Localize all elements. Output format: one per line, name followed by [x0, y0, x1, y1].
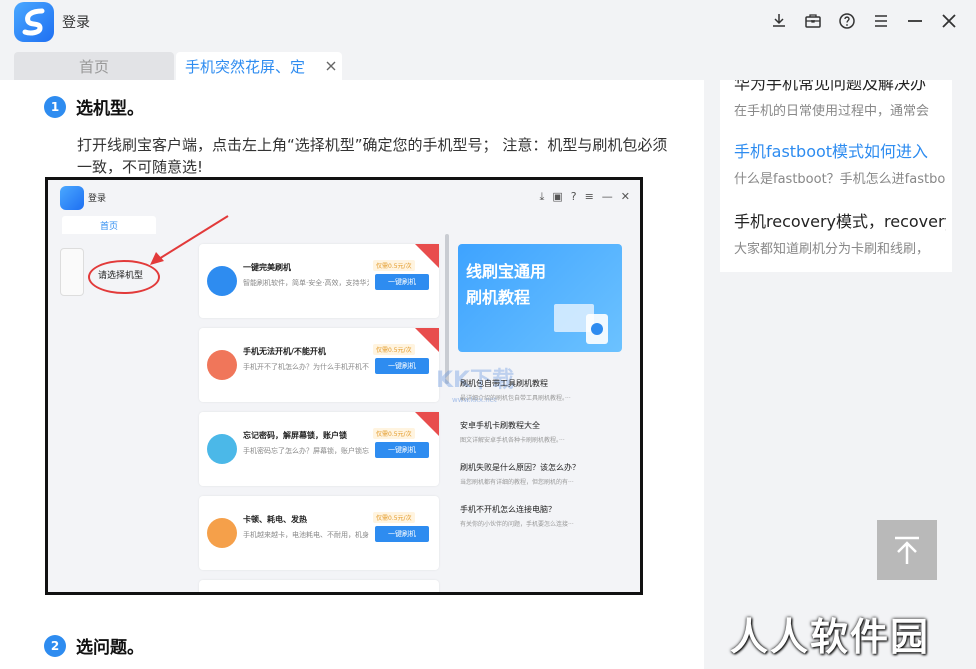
card-flash-button: 一键刷机 — [375, 358, 429, 374]
step-title: 选问题。 — [76, 638, 144, 658]
card-desc: 手机密码忘了怎么办？屏幕锁，账户锁忘记了怎么解？只需要一键可以··· — [243, 447, 369, 455]
hot-ribbon — [415, 244, 439, 268]
title-bar: 登录 — [0, 0, 976, 44]
tab-close-icon[interactable] — [323, 58, 339, 74]
app-window: 登录 首页 手机突然花屏、定 1 选机型。 打开线刷宝客户端，点击左上角“选择机… — [0, 0, 976, 669]
article-content: 1 选机型。 打开线刷宝客户端，点击左上角“选择机型”确定您的手机型号； 注意：… — [0, 80, 704, 669]
related-article-desc: 什么是fastboot？手机怎么进fastboot — [734, 172, 946, 187]
card-price-badge: 仅需0.5元/次 — [373, 428, 415, 439]
card-lock-icon — [207, 434, 237, 464]
minimize-icon[interactable] — [902, 8, 928, 34]
tab-article-label: 手机突然花屏、定 — [185, 57, 306, 76]
menu-icon[interactable] — [868, 8, 894, 34]
screenshot-minimize-icon: — — [601, 190, 613, 203]
help-icon[interactable] — [834, 8, 860, 34]
related-article-item[interactable]: 手机fastboot模式如何进入 什么是fastboot？手机怎么进fastbo… — [734, 138, 946, 187]
card-heat-icon — [207, 518, 237, 548]
list-item-desc: 图文详解安卓手机各种卡刷刷机教程。··· — [460, 437, 565, 444]
list-item-desc: 当您刷机都有详细的教程，但您刷机的有··· — [460, 479, 574, 486]
toolbox-icon[interactable] — [800, 8, 826, 34]
hot-ribbon — [415, 412, 439, 436]
screenshot-logo-icon — [60, 186, 84, 210]
screenshot-tab-home: 首页 — [62, 216, 156, 234]
banner-line-2: 刷机教程 — [466, 288, 531, 307]
card-price-badge: 仅需0.5元/次 — [373, 512, 415, 523]
list-item-desc: 最详细介绍的刷机包自带工具刷机教程。··· — [460, 395, 571, 402]
tab-home[interactable]: 首页 — [14, 52, 174, 80]
step-title: 选机型。 — [76, 99, 144, 119]
step-1-heading: 1 选机型。 — [44, 94, 144, 119]
card-flash-button: 一键刷机 — [375, 274, 429, 290]
tab-home-label: 首页 — [78, 57, 109, 76]
site-watermark: 人人软件园 — [730, 615, 931, 659]
hot-ribbon — [415, 328, 439, 352]
related-article-title: 手机recovery模式，recovery — [734, 212, 946, 231]
screenshot-menu-icon: ≡ — [584, 190, 594, 203]
list-item-title: 刷机失败是什么原因？该怎么办？ — [460, 463, 580, 472]
related-article-item[interactable]: 手机recovery模式，recovery 大家都知道刷机分为卡刷和线刷， — [734, 208, 946, 257]
screenshot-download-icon: ⤓ — [539, 190, 545, 203]
list-item-title: 刷机包自带工具刷机教程 — [460, 379, 548, 388]
list-item: 刷机包自带工具刷机教程 最详细介绍的刷机包自带工具刷机教程。··· — [460, 378, 630, 420]
card-desc: 手机开不了机怎么办？为什么手机开机不能开机的原因及解决办··· — [243, 363, 369, 371]
card-title: 一键完美刷机 — [243, 263, 291, 272]
step-number-badge: 2 — [44, 634, 66, 657]
screenshot-toolbox-icon: ▣ — [552, 190, 563, 203]
tab-article[interactable]: 手机突然花屏、定 — [176, 52, 342, 80]
step-1-paragraph: 打开线刷宝客户端，点击左上角“选择机型”确定您的手机型号； 注意：机型与刷机包必… — [77, 136, 668, 176]
phone-placeholder-icon — [60, 248, 84, 296]
list-item: 手机不开机怎么连接电脑？ 有关你的小伙伴的问题，手机要怎么连接··· — [460, 504, 630, 546]
screenshot-window-controls: ⤓ ▣ ? ≡ — ✕ — [539, 190, 630, 204]
screenshot-window-title: 登录 — [88, 194, 107, 204]
related-article-title: 手机fastboot模式如何进入 — [734, 142, 929, 161]
service-card — [199, 580, 439, 592]
step-number-badge: 1 — [44, 95, 66, 118]
article-screenshot: 登录 ⤓ ▣ ? ≡ — ✕ 首页 请选择机型 一键完美刷机 智能刷机软件，简单… — [45, 177, 643, 595]
service-card: 忘记密码，解屏幕锁，账户锁 手机密码忘了怎么办？屏幕锁，账户锁忘记了怎么解？只需… — [199, 412, 439, 486]
app-logo-icon — [14, 2, 54, 42]
window-title: 登录 — [62, 15, 90, 31]
related-article-desc: 在手机的日常使用过程中，通常会 — [734, 104, 930, 119]
card-title: 忘记密码，解屏幕锁，账户锁 — [243, 431, 347, 440]
window-controls — [766, 8, 962, 34]
card-title: 手机无法开机/不能开机 — [243, 347, 326, 356]
service-card: 卡顿、耗电、发热 手机越来越卡，电池耗电、不耐用，机身容易发烫，赶紧试试这个办法… — [199, 496, 439, 570]
card-phone-icon — [207, 350, 237, 380]
back-to-top-button[interactable] — [877, 520, 937, 580]
card-price-badge: 仅需0.5元/次 — [373, 260, 415, 271]
card-desc: 智能刷机软件，简单·安全·高效，支持华为、小米、VIVO、三星、乐视··· — [243, 279, 369, 287]
banner-device-icon — [554, 304, 608, 344]
step-2-heading: 2 选问题。 — [44, 633, 144, 658]
screenshot-help-icon: ? — [570, 190, 577, 203]
card-flash-icon — [207, 266, 237, 296]
card-desc: 手机越来越卡，电池耗电、不耐用，机身容易发烫，赶紧试试这个办法··· — [243, 531, 369, 539]
related-article-desc: 大家都知道刷机分为卡刷和线刷， — [734, 242, 930, 257]
card-flash-button: 一键刷机 — [375, 526, 429, 542]
service-card: 一键完美刷机 智能刷机软件，简单·安全·高效，支持华为、小米、VIVO、三星、乐… — [199, 244, 439, 318]
arrow-up-icon — [895, 536, 919, 564]
tutorial-banner: 线刷宝通用 刷机教程 — [458, 244, 622, 352]
screenshot-tutorial-list: 刷机包自带工具刷机教程 最详细介绍的刷机包自带工具刷机教程。··· 安卓手机卡刷… — [460, 378, 630, 546]
list-item: 安卓手机卡刷教程大全 图文详解安卓手机各种卡刷刷机教程。··· — [460, 420, 630, 462]
card-title: 卡顿、耗电、发热 — [243, 515, 307, 524]
close-icon[interactable] — [936, 8, 962, 34]
related-article-item[interactable]: 华为手机常见问题及解决办 在手机的日常使用过程中，通常会 — [734, 80, 946, 119]
tab-bar: 首页 手机突然花屏、定 — [0, 44, 976, 80]
card-price-badge: 仅需0.5元/次 — [373, 344, 415, 355]
related-articles-sidebar: 华为手机常见问题及解决办 在手机的日常使用过程中，通常会 手机fastboot模… — [720, 80, 952, 272]
list-item-title: 手机不开机怎么连接电脑？ — [460, 505, 556, 514]
list-item-title: 安卓手机卡刷教程大全 — [460, 421, 540, 430]
list-item-desc: 有关你的小伙伴的问题，手机要怎么连接··· — [460, 521, 574, 528]
card-flash-button: 一键刷机 — [375, 442, 429, 458]
related-article-title: 华为手机常见问题及解决办 — [734, 80, 927, 93]
screenshot-close-icon: ✕ — [620, 190, 630, 203]
download-icon[interactable] — [766, 8, 792, 34]
banner-line-1: 线刷宝通用 — [466, 262, 547, 281]
service-card: 手机无法开机/不能开机 手机开不了机怎么办？为什么手机开机不能开机的原因及解决办… — [199, 328, 439, 402]
screenshot-body: 请选择机型 一键完美刷机 智能刷机软件，简单·安全·高效，支持华为、小米、VIV… — [48, 215, 640, 592]
list-item: 刷机失败是什么原因？该怎么办？ 当您刷机都有详细的教程，但您刷机的有··· — [460, 462, 630, 504]
